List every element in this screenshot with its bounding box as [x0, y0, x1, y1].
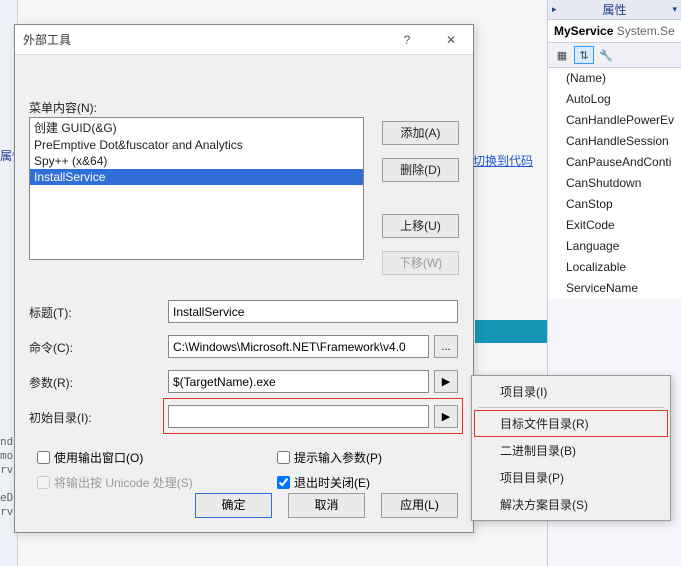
switch-to-code-link[interactable]: 切换到代码 [473, 152, 533, 169]
command-label: 命令(C): [29, 339, 73, 356]
title-field[interactable] [168, 300, 458, 323]
close-button[interactable]: ✕ [429, 25, 473, 55]
categorized-icon[interactable]: ▦ [552, 46, 572, 64]
properties-toolbar: ▦ ⇅ 🔧 [548, 43, 681, 68]
arguments-field[interactable] [168, 370, 429, 393]
list-item[interactable]: PreEmptive Dot&fuscator and Analytics [30, 137, 363, 153]
events-icon[interactable]: 🔧 [596, 46, 616, 64]
use-output-window-checkbox[interactable]: 使用输出窗口(O) [37, 449, 143, 466]
prop-row[interactable]: Language [548, 236, 681, 257]
menu-contents-listbox[interactable]: 创建 GUID(&G) PreEmptive Dot&fuscator and … [29, 117, 364, 260]
command-field[interactable] [168, 335, 429, 358]
prop-row[interactable]: CanStop [548, 194, 681, 215]
list-item[interactable]: Spy++ (x&64) [30, 153, 363, 169]
add-button[interactable]: 添加(A) [382, 121, 459, 145]
list-item[interactable]: 创建 GUID(&G) [30, 118, 363, 137]
prop-row[interactable]: CanShutdown [548, 173, 681, 194]
close-on-exit-checkbox[interactable]: 退出时关闭(E) [277, 474, 370, 491]
dialog-title: 外部工具 [23, 31, 385, 48]
unicode-output-checkbox: 将输出按 Unicode 处理(S) [37, 474, 193, 491]
external-tools-dialog: 外部工具 ? ✕ 菜单内容(N): 创建 GUID(&G) PreEmptive… [14, 24, 474, 533]
properties-header: ▸ 属性 ▾ [548, 0, 681, 20]
prop-row[interactable]: AutoLog [548, 89, 681, 110]
args-menu-button[interactable]: ▶ [434, 370, 458, 393]
ctx-item-target-dir[interactable]: 目标文件目录(R) [474, 410, 668, 437]
prop-row[interactable]: CanPauseAndConti [548, 152, 681, 173]
apply-button[interactable]: 应用(L) [381, 493, 458, 518]
menu-separator [478, 407, 664, 408]
delete-button[interactable]: 删除(D) [382, 158, 459, 182]
properties-grid[interactable]: (Name) AutoLog CanHandlePowerEv CanHandl… [548, 68, 681, 299]
prop-row[interactable]: Localizable [548, 257, 681, 278]
browse-command-button[interactable]: ... [434, 335, 458, 358]
dropdown-icon[interactable]: ▾ [672, 4, 677, 15]
arrow-icon[interactable]: ▸ [552, 4, 557, 15]
cancel-button[interactable]: 取消 [288, 493, 365, 518]
prompt-for-arguments-checkbox[interactable]: 提示输入参数(P) [277, 449, 382, 466]
ctx-item-solution-dir[interactable]: 解决方案目录(S) [474, 491, 668, 518]
ctx-item-project-dir2[interactable]: 项目目录(P) [474, 464, 668, 491]
initial-directory-label: 初始目录(I): [29, 409, 92, 426]
prop-row[interactable]: CanHandleSession [548, 131, 681, 152]
move-down-button: 下移(W) [382, 251, 459, 275]
prop-row[interactable]: ServiceName [548, 278, 681, 299]
title-label: 标题(T): [29, 304, 72, 321]
arguments-label: 参数(R): [29, 374, 73, 391]
prop-row[interactable]: ExitCode [548, 215, 681, 236]
menu-contents-label: 菜单内容(N): [29, 99, 97, 116]
ctx-item-binary-dir[interactable]: 二进制目录(B) [474, 437, 668, 464]
help-button[interactable]: ? [385, 25, 429, 55]
list-item[interactable]: InstallService [30, 169, 363, 185]
initdir-menu-button[interactable]: ▶ [434, 405, 458, 428]
ctx-item-project-dir[interactable]: 项目录(I) [474, 378, 668, 405]
alphabetical-icon[interactable]: ⇅ [574, 46, 594, 64]
prop-row[interactable]: (Name) [548, 68, 681, 89]
move-up-button[interactable]: 上移(U) [382, 214, 459, 238]
directory-context-menu: 项目录(I) 目标文件目录(R) 二进制目录(B) 项目目录(P) 解决方案目录… [471, 375, 671, 521]
properties-title: 属性 [602, 1, 626, 18]
prop-row[interactable]: CanHandlePowerEv [548, 110, 681, 131]
initial-directory-field[interactable] [168, 405, 429, 428]
ok-button[interactable]: 确定 [195, 493, 272, 518]
properties-object[interactable]: MyService System.Se [548, 20, 681, 43]
dialog-titlebar[interactable]: 外部工具 ? ✕ [15, 25, 473, 55]
